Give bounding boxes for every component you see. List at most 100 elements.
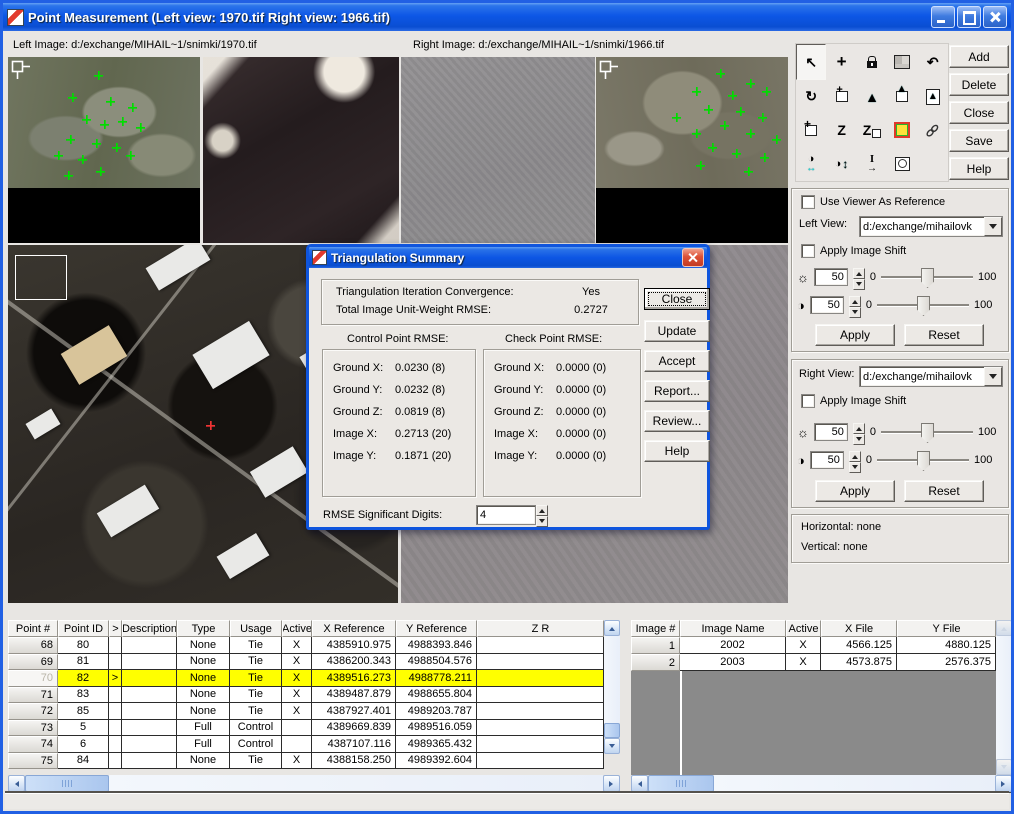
y-reference-cell[interactable]: 4988655.804 xyxy=(396,687,477,704)
col-header-arrow[interactable]: > xyxy=(109,620,122,637)
arrow-cell[interactable] xyxy=(109,687,122,704)
col-header-y-file[interactable]: Y File xyxy=(897,620,996,637)
description-cell[interactable] xyxy=(122,736,177,753)
right-reset-button[interactable]: Reset xyxy=(904,480,984,502)
undo-tool[interactable]: ↶ xyxy=(918,44,948,80)
combo-dropdown-button[interactable] xyxy=(984,367,1002,386)
scroll-right-button[interactable] xyxy=(995,775,1012,792)
row-number-cell[interactable]: 71 xyxy=(8,687,58,704)
y-reference-cell[interactable]: 4989516.059 xyxy=(396,720,477,737)
dialog-accept-button[interactable]: Accept xyxy=(644,350,710,372)
col-header-image-active[interactable]: Active xyxy=(786,620,821,637)
dialog-help-button[interactable]: Help xyxy=(644,440,710,462)
y-reference-cell[interactable]: 4988504.576 xyxy=(396,654,477,671)
left-brightness-field[interactable]: 50 xyxy=(814,268,848,286)
right-brightness-slider[interactable] xyxy=(881,422,973,442)
usage-cell[interactable]: Tie xyxy=(230,654,282,671)
col-header-point-num[interactable]: Point # xyxy=(8,620,58,637)
use-viewer-checkbox[interactable] xyxy=(801,195,815,209)
col-header-usage[interactable]: Usage xyxy=(230,620,282,637)
x-file-cell[interactable]: 4566.125 xyxy=(821,637,897,654)
active-cell[interactable] xyxy=(282,736,312,753)
col-header-image-num[interactable]: Image # xyxy=(631,620,680,637)
row-number-cell[interactable]: 74 xyxy=(8,736,58,753)
row-number-cell[interactable]: 69 xyxy=(8,654,58,671)
type-cell[interactable]: Full xyxy=(177,720,230,737)
table-row[interactable]: 73 5 Full Control 4389669.839 4989516.05… xyxy=(8,720,604,737)
col-header-image-name[interactable]: Image Name xyxy=(680,620,786,637)
scrollbar-track[interactable] xyxy=(714,775,995,792)
right-brightness-field[interactable]: 50 xyxy=(814,423,848,441)
usage-cell[interactable]: Tie xyxy=(230,687,282,704)
image-name-cell[interactable]: 2003 xyxy=(680,654,786,671)
scroll-up-button[interactable] xyxy=(604,620,620,636)
usage-cell[interactable]: Tie xyxy=(230,637,282,654)
arrow-cell[interactable] xyxy=(109,654,122,671)
arrow-cell[interactable]: > xyxy=(109,670,122,687)
dialog-report-button[interactable]: Report... xyxy=(644,380,710,402)
usage-cell[interactable]: Control xyxy=(230,720,282,737)
left-contrast-spinner[interactable] xyxy=(849,296,861,314)
right-apply-button[interactable]: Apply xyxy=(815,480,895,502)
y-file-cell[interactable]: 2576.375 xyxy=(897,654,996,671)
cursor-advance-tool[interactable]: I→ xyxy=(857,147,887,181)
usage-cell[interactable]: Tie xyxy=(230,703,282,720)
dialog-close-button[interactable]: Close xyxy=(644,288,710,310)
scrollbar-thumb[interactable] xyxy=(648,775,714,792)
point-table-hscrollbar[interactable] xyxy=(8,775,620,792)
right-zoom-viewer[interactable] xyxy=(401,57,595,243)
tin-file-tool[interactable]: ▲ xyxy=(918,80,948,113)
type-cell[interactable]: None xyxy=(177,670,230,687)
z-window-tool[interactable]: Z xyxy=(857,114,887,147)
active-cell[interactable]: X xyxy=(282,654,312,671)
left-reset-button[interactable]: Reset xyxy=(904,324,984,346)
row-number-cell[interactable]: 70 xyxy=(8,670,58,687)
lock-tool[interactable] xyxy=(857,44,887,80)
rotate-zoom-tool[interactable]: ↻ xyxy=(796,80,826,113)
point-id-cell[interactable]: 85 xyxy=(58,703,109,720)
active-cell[interactable]: X xyxy=(282,670,312,687)
table-row[interactable]: 72 85 None Tie X 4387927.401 4989203.787 xyxy=(8,703,604,720)
image-name-cell[interactable]: 2002 xyxy=(680,637,786,654)
scrollbar-thumb[interactable] xyxy=(604,723,620,738)
slider-thumb[interactable] xyxy=(921,423,934,443)
type-cell[interactable]: Full xyxy=(177,736,230,753)
arrow-cell[interactable] xyxy=(109,703,122,720)
delete-button[interactable]: Delete xyxy=(949,73,1009,96)
scroll-down-button[interactable] xyxy=(604,738,620,754)
z-reference-cell[interactable] xyxy=(477,687,604,704)
active-cell[interactable]: X xyxy=(282,637,312,654)
tin-tool[interactable]: ▲ xyxy=(857,80,887,113)
usage-cell[interactable]: Control xyxy=(230,736,282,753)
col-header-x-reference[interactable]: X Reference xyxy=(312,620,396,637)
right-overview-viewer[interactable] xyxy=(596,57,788,243)
active-cell[interactable]: X xyxy=(282,703,312,720)
table-row[interactable]: 75 84 None Tie X 4388158.250 4989392.604 xyxy=(8,753,604,770)
active-cell[interactable] xyxy=(282,720,312,737)
row-number-cell[interactable]: 68 xyxy=(8,637,58,654)
link-tool[interactable] xyxy=(918,114,948,147)
left-zoom-viewer[interactable] xyxy=(203,57,399,243)
pan-horizontal-tool[interactable]: ◑↔ xyxy=(796,147,826,181)
scrollbar-track[interactable] xyxy=(996,636,1012,759)
description-cell[interactable] xyxy=(122,670,177,687)
description-cell[interactable] xyxy=(122,687,177,704)
description-cell[interactable] xyxy=(122,654,177,671)
crosshair-tool[interactable]: + xyxy=(826,44,856,80)
x-reference-cell[interactable]: 4387107.116 xyxy=(312,736,396,753)
slider-thumb[interactable] xyxy=(921,268,934,288)
table-row[interactable]: 1 2002 X 4566.125 4880.125 xyxy=(631,637,996,654)
combo-dropdown-button[interactable] xyxy=(984,217,1002,236)
description-cell[interactable] xyxy=(122,703,177,720)
tin-window-tool[interactable]: ▲ xyxy=(887,80,917,113)
close-button[interactable]: Close xyxy=(949,101,1009,124)
type-cell[interactable]: None xyxy=(177,753,230,770)
left-brightness-spinner[interactable] xyxy=(853,268,865,286)
title-bar[interactable]: Point Measurement (Left view: 1970.tif R… xyxy=(3,3,1011,31)
row-number-cell[interactable]: 75 xyxy=(8,753,58,770)
right-contrast-spinner[interactable] xyxy=(849,451,861,469)
image-extent-tool[interactable] xyxy=(887,147,917,181)
col-header-point-id[interactable]: Point ID xyxy=(58,620,109,637)
viewer-split-tool[interactable] xyxy=(887,44,917,80)
left-view-combo[interactable]: d:/exchange/mihailovk xyxy=(859,216,1003,237)
